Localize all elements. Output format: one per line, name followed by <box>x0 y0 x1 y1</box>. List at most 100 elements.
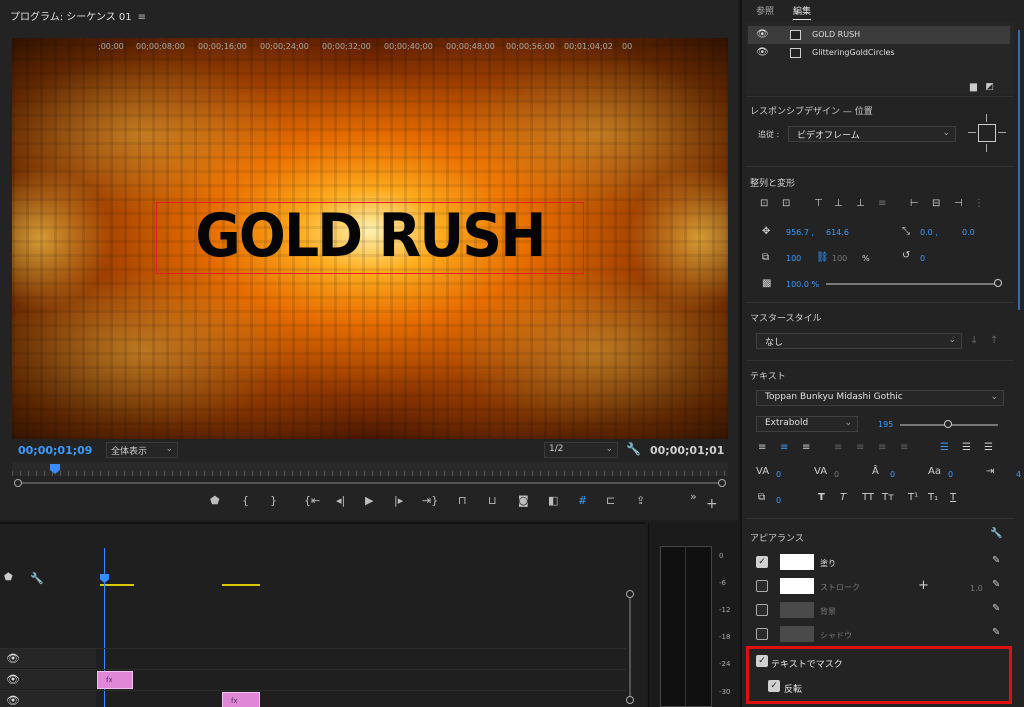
graphics-clip[interactable]: fx <box>97 671 133 689</box>
kerning-value[interactable]: 0 <box>776 470 781 479</box>
video-preview[interactable]: GOLD RUSH <box>12 38 728 439</box>
scrollbar-handle-left[interactable] <box>14 479 22 487</box>
add-stroke-icon[interactable]: + <box>918 578 929 593</box>
playback-resolution-select[interactable]: 1/2 ⌄ <box>544 442 618 458</box>
share-icon[interactable]: ⇪ <box>636 494 645 507</box>
step-forward-icon[interactable]: |▸ <box>394 494 403 507</box>
monitor-time-ruler[interactable] <box>12 462 728 476</box>
new-layer-icon[interactable]: ◩ <box>986 82 995 92</box>
layer-item[interactable]: 👁 GOLD RUSH <box>748 26 1010 44</box>
eyedropper-icon[interactable]: ✎ <box>992 627 1000 638</box>
video-clip[interactable]: fx <box>222 692 260 707</box>
scale-value[interactable]: 100 <box>786 254 801 263</box>
font-family-select[interactable]: Toppan Bunkyu Midashi Gothic ⌄ <box>756 390 1004 406</box>
eyedropper-icon[interactable]: ✎ <box>992 579 1000 590</box>
scrollbar-handle-top[interactable] <box>626 590 634 598</box>
pin-center[interactable] <box>978 124 996 142</box>
subscript-button[interactable]: T₁ <box>928 492 938 503</box>
in-point-icon[interactable]: { <box>242 494 249 507</box>
add-icon[interactable]: + <box>706 496 718 512</box>
eye-icon[interactable]: 👁 <box>756 26 769 44</box>
invert-checkbox[interactable]: ✓ <box>768 680 780 692</box>
more-icon[interactable]: » <box>690 490 697 503</box>
anchor-y[interactable]: 0.0 <box>962 228 975 237</box>
panel-scrollbar[interactable] <box>1018 30 1020 310</box>
leading-value[interactable]: 0 <box>890 470 895 479</box>
stroke-color-swatch[interactable] <box>780 578 814 594</box>
opacity-value[interactable]: 100.0 % <box>786 280 819 289</box>
playhead-timecode[interactable]: 00;00;01;09 <box>18 444 92 457</box>
follow-select[interactable]: ビデオフレーム ⌄ <box>788 126 956 142</box>
hamburger-icon[interactable]: ≡ <box>138 12 146 23</box>
align-text-right-icon[interactable]: ≡ <box>802 442 810 453</box>
pin-bottom[interactable] <box>986 144 987 152</box>
superscript-button[interactable]: T¹ <box>908 492 918 503</box>
fill-checkbox[interactable]: ✓ <box>756 556 768 568</box>
scrollbar-handle-right[interactable] <box>718 479 726 487</box>
eyedropper-icon[interactable]: ✎ <box>992 603 1000 614</box>
opacity-slider[interactable] <box>826 283 998 285</box>
export-frame-icon[interactable]: ◙ <box>518 494 529 507</box>
align-left-icon[interactable]: ⊢ <box>910 198 919 209</box>
toggle-proxy-icon[interactable]: ⊏ <box>606 494 615 507</box>
play-icon[interactable]: ▶ <box>365 494 373 507</box>
all-caps-button[interactable]: TT <box>862 492 874 503</box>
zoom-level-select[interactable]: 全体表示 ⌄ <box>106 442 178 458</box>
text-bounding-box[interactable] <box>156 202 584 274</box>
font-size-slider-handle[interactable] <box>944 420 952 428</box>
pin-top[interactable] <box>986 114 987 122</box>
eye-icon[interactable]: 👁 <box>756 44 769 62</box>
faux-bold-button[interactable]: T <box>818 492 825 503</box>
marker-icon[interactable]: ⬟ <box>210 494 220 507</box>
position-y[interactable]: 614.6 <box>826 228 849 237</box>
font-weight-select[interactable]: Extrabold ⌄ <box>756 416 858 432</box>
align-bottom-icon[interactable]: ⊥ <box>856 198 865 209</box>
layer-item[interactable]: 👁 GlitteringGoldCircles <box>748 44 1010 62</box>
background-checkbox[interactable] <box>756 604 768 616</box>
eye-icon[interactable]: 👁 <box>6 694 20 707</box>
align-horizontal-center-icon[interactable]: ⊡ <box>782 198 790 209</box>
underline-button[interactable]: T <box>950 492 956 503</box>
eye-icon[interactable]: 👁 <box>6 652 20 665</box>
timeline-vertical-scrollbar[interactable] <box>626 590 634 707</box>
go-to-in-icon[interactable]: {⇤ <box>304 494 320 507</box>
tsume-value[interactable]: 0 <box>776 496 781 505</box>
mask-with-text-checkbox[interactable]: ✓ <box>756 655 768 667</box>
comparison-view-icon[interactable]: ◧ <box>548 494 558 507</box>
pin-left[interactable] <box>968 132 976 133</box>
font-size-value[interactable]: 195 <box>878 420 893 429</box>
background-color-swatch[interactable] <box>780 602 814 618</box>
align-right-icon[interactable]: ⊣ <box>954 198 963 209</box>
pin-position-widget[interactable] <box>966 112 1008 154</box>
timeline-ruler[interactable]: ;00;00 00;00;08;00 00;00;16;00 00;00;24;00 0… <box>96 38 632 60</box>
wrench-icon[interactable]: 🔧 <box>30 572 44 585</box>
master-style-select[interactable]: なし ⌄ <box>756 333 962 349</box>
step-back-icon[interactable]: ◂| <box>336 494 345 507</box>
eyedropper-icon[interactable]: ✎ <box>992 555 1000 566</box>
monitor-zoom-scrollbar[interactable] <box>14 479 726 487</box>
position-x[interactable]: 956.7 , <box>786 228 814 237</box>
align-top-icon[interactable]: ⊤ <box>814 198 823 209</box>
tab-edit[interactable]: 編集 <box>793 4 812 20</box>
shadow-color-swatch[interactable] <box>780 626 814 642</box>
safe-margins-icon[interactable]: # <box>578 494 587 507</box>
align-vertical-center-icon[interactable]: ⊡ <box>760 198 768 209</box>
anchor-x[interactable]: 0.0 , <box>920 228 938 237</box>
align-text-left-icon[interactable]: ≡ <box>758 442 766 453</box>
extract-icon[interactable]: ⊔ <box>488 494 497 507</box>
align-text-center-icon[interactable]: ≡ <box>780 442 788 453</box>
tab-width-value[interactable]: 4 <box>1016 470 1021 479</box>
go-to-out-icon[interactable]: ⇥} <box>422 494 438 507</box>
pin-right[interactable] <box>998 132 1006 133</box>
shadow-checkbox[interactable] <box>756 628 768 640</box>
align-center-icon[interactable]: ⊟ <box>932 198 940 209</box>
small-caps-button[interactable]: Tт <box>882 492 894 503</box>
opacity-slider-handle[interactable] <box>994 279 1002 287</box>
tab-browse[interactable]: 参照 <box>756 4 774 17</box>
wrench-icon[interactable]: 🔧 <box>626 442 641 456</box>
marker-icon[interactable]: ⬟ <box>4 572 13 583</box>
wrench-icon[interactable]: 🔧 <box>990 528 1002 539</box>
scrollbar-handle-bottom[interactable] <box>626 696 634 704</box>
folder-icon[interactable]: ▆ <box>970 82 977 92</box>
eye-icon[interactable]: 👁 <box>6 673 20 686</box>
